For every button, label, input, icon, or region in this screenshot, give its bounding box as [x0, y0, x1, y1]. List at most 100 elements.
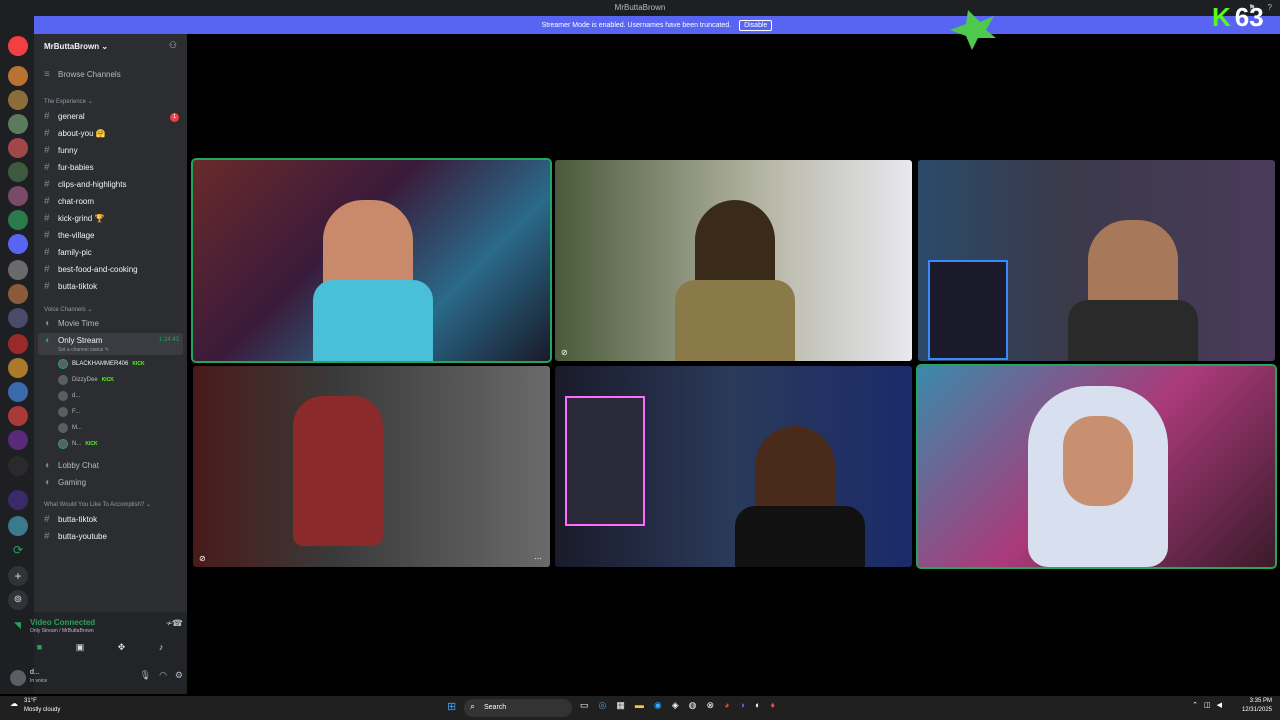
voice-user[interactable]: F... — [58, 407, 80, 417]
channel-best-food[interactable]: # best-food-and-cooking — [44, 264, 138, 275]
server-icon[interactable] — [8, 516, 28, 536]
connection-status[interactable]: Video Connected — [30, 618, 95, 627]
screen-share-icon[interactable]: ▣ — [76, 642, 85, 653]
xbox-icon[interactable]: ⊗ — [707, 700, 715, 711]
avatar[interactable] — [10, 670, 26, 686]
voice-user[interactable]: N... KICK — [58, 439, 98, 449]
search-box[interactable]: ⌕ Search — [464, 699, 572, 717]
server-icon[interactable] — [8, 456, 28, 476]
volume-icon[interactable]: ◀ — [1217, 701, 1222, 709]
server-icon[interactable] — [8, 358, 28, 378]
voice-channel-lobby-chat[interactable]: ◖ Lobby Chat — [44, 460, 99, 471]
network-icon[interactable]: ◫ — [1204, 701, 1211, 709]
category-accomplish[interactable]: What Would You Like To Accomplish? ⌄ — [44, 501, 151, 508]
channel-status[interactable]: Set a channel status ✎ — [58, 347, 109, 353]
headphones-icon[interactable]: ◠ — [159, 670, 167, 681]
server-icon[interactable] — [8, 138, 28, 158]
channel-butta-tiktok[interactable]: # butta-tiktok — [44, 281, 97, 292]
clock-date[interactable]: 12/31/2025 — [1242, 707, 1272, 713]
pin-icon[interactable]: ♦ — [770, 700, 775, 711]
streamer-mode-banner: Streamer Mode is enabled. Usernames have… — [34, 16, 1280, 34]
help-icon[interactable]: ? — [1268, 0, 1272, 16]
server-icon[interactable] — [8, 260, 28, 280]
voice-channel-gaming[interactable]: ◖ Gaming — [44, 477, 86, 488]
voice-channel-movie-time[interactable]: ◖ Movie Time — [44, 318, 99, 329]
server-icon[interactable] — [8, 90, 28, 110]
channel-clips[interactable]: # clips-and-highlights — [44, 179, 126, 190]
voice-user[interactable]: DizzyDee KICK — [58, 375, 114, 385]
app-icon[interactable]: ◈ — [672, 700, 679, 711]
server-icon[interactable] — [8, 406, 28, 426]
store-icon[interactable]: ▦ — [616, 700, 625, 711]
channel-general[interactable]: # general — [44, 111, 85, 122]
voice-channel-only-stream[interactable]: ◖ Only Stream — [44, 335, 102, 346]
discover-icon[interactable]: ⊚ — [8, 590, 28, 610]
voice-user[interactable]: BLACKHAMMER406 KICK — [58, 359, 145, 369]
server-icon[interactable] — [8, 430, 28, 450]
clock-time[interactable]: 3:35 PM — [1250, 698, 1272, 704]
server-icon[interactable]: ⟳ — [8, 540, 28, 560]
video-tile[interactable] — [916, 364, 1277, 569]
server-icon[interactable] — [8, 490, 28, 510]
video-tile[interactable] — [555, 366, 912, 567]
server-icon[interactable] — [8, 36, 28, 56]
app-icon[interactable]: ◐ — [755, 700, 760, 711]
start-icon[interactable]: ⊞ — [447, 700, 456, 713]
server-icon[interactable] — [8, 162, 28, 182]
add-server-icon[interactable]: + — [8, 566, 28, 586]
server-list: ⟳ + ⊚ — [0, 16, 34, 694]
disconnect-icon[interactable]: ☎ — [172, 618, 183, 629]
channel-chat-room[interactable]: # chat-room — [44, 196, 94, 207]
activities-icon[interactable]: ✥ — [118, 642, 126, 653]
server-icon[interactable] — [8, 210, 28, 230]
microphone-icon[interactable]: 🎙 — [140, 670, 151, 681]
avatar — [58, 375, 68, 385]
server-name[interactable]: MrButtaBrown ⌄ — [44, 42, 108, 51]
server-icon[interactable] — [8, 66, 28, 86]
category-experience[interactable]: The Experience ⌄ — [44, 98, 93, 105]
invite-icon[interactable]: ⚇ — [169, 40, 177, 51]
task-view-icon[interactable]: ▭ — [580, 700, 589, 711]
category-voice[interactable]: Voice Channels ⌄ — [44, 306, 92, 313]
edge-icon[interactable]: ◎ — [599, 700, 607, 711]
soundboard-icon[interactable]: ♪ — [159, 642, 164, 653]
server-icon[interactable] — [8, 382, 28, 402]
browse-channels[interactable]: ≡ Browse Channels — [44, 69, 121, 80]
chrome-icon[interactable]: ◕ — [724, 700, 729, 711]
unread-badge: 1 — [170, 113, 179, 122]
video-tile[interactable]: ⊘ — [555, 160, 912, 361]
channel-family-pic[interactable]: # family-pic — [44, 247, 92, 258]
server-icon[interactable] — [8, 334, 28, 354]
server-icon[interactable] — [8, 284, 28, 304]
video-tile[interactable]: ⊘ ⋯ — [193, 366, 550, 567]
folder-icon[interactable]: ▬ — [635, 700, 644, 711]
hash-icon: # — [44, 230, 50, 241]
channel-the-village[interactable]: # the-village — [44, 230, 94, 241]
channel-about-you[interactable]: # about-you 🤗 — [44, 128, 106, 139]
chevron-up-icon[interactable]: ⌃ — [1192, 701, 1198, 709]
more-options-icon[interactable]: ⋯ — [534, 554, 542, 563]
hash-icon: # — [44, 213, 50, 224]
voice-user[interactable]: M... — [58, 423, 82, 433]
channel-fur-babies[interactable]: # fur-babies — [44, 162, 94, 173]
channel-funny[interactable]: # funny — [44, 145, 78, 156]
camera-icon[interactable]: ■ — [37, 642, 42, 653]
weather-icon[interactable]: ☁ — [10, 699, 18, 708]
server-icon[interactable] — [8, 186, 28, 206]
channel-kick-grind[interactable]: # kick-grind 🏆 — [44, 213, 104, 224]
channel-butta-youtube[interactable]: # butta-youtube — [44, 531, 107, 542]
channel-label: Lobby Chat — [58, 461, 99, 470]
video-tile[interactable] — [918, 160, 1275, 361]
voice-user-panel: ◥ Video Connected Only Stream / MrButtaB… — [10, 612, 187, 694]
obs-icon[interactable]: ◍ — [689, 700, 697, 711]
video-tile[interactable] — [191, 158, 552, 363]
server-icon[interactable] — [8, 114, 28, 134]
channel-butta-tiktok-2[interactable]: # butta-tiktok — [44, 514, 97, 525]
server-icon[interactable] — [8, 308, 28, 328]
discord-icon[interactable]: ◑ — [740, 700, 745, 711]
disable-button[interactable]: Disable — [739, 19, 773, 31]
voice-user[interactable]: d... — [58, 391, 80, 401]
browser-icon[interactable]: ◉ — [654, 700, 662, 711]
settings-gear-icon[interactable]: ⚙ — [175, 670, 183, 681]
server-icon[interactable] — [8, 234, 28, 254]
